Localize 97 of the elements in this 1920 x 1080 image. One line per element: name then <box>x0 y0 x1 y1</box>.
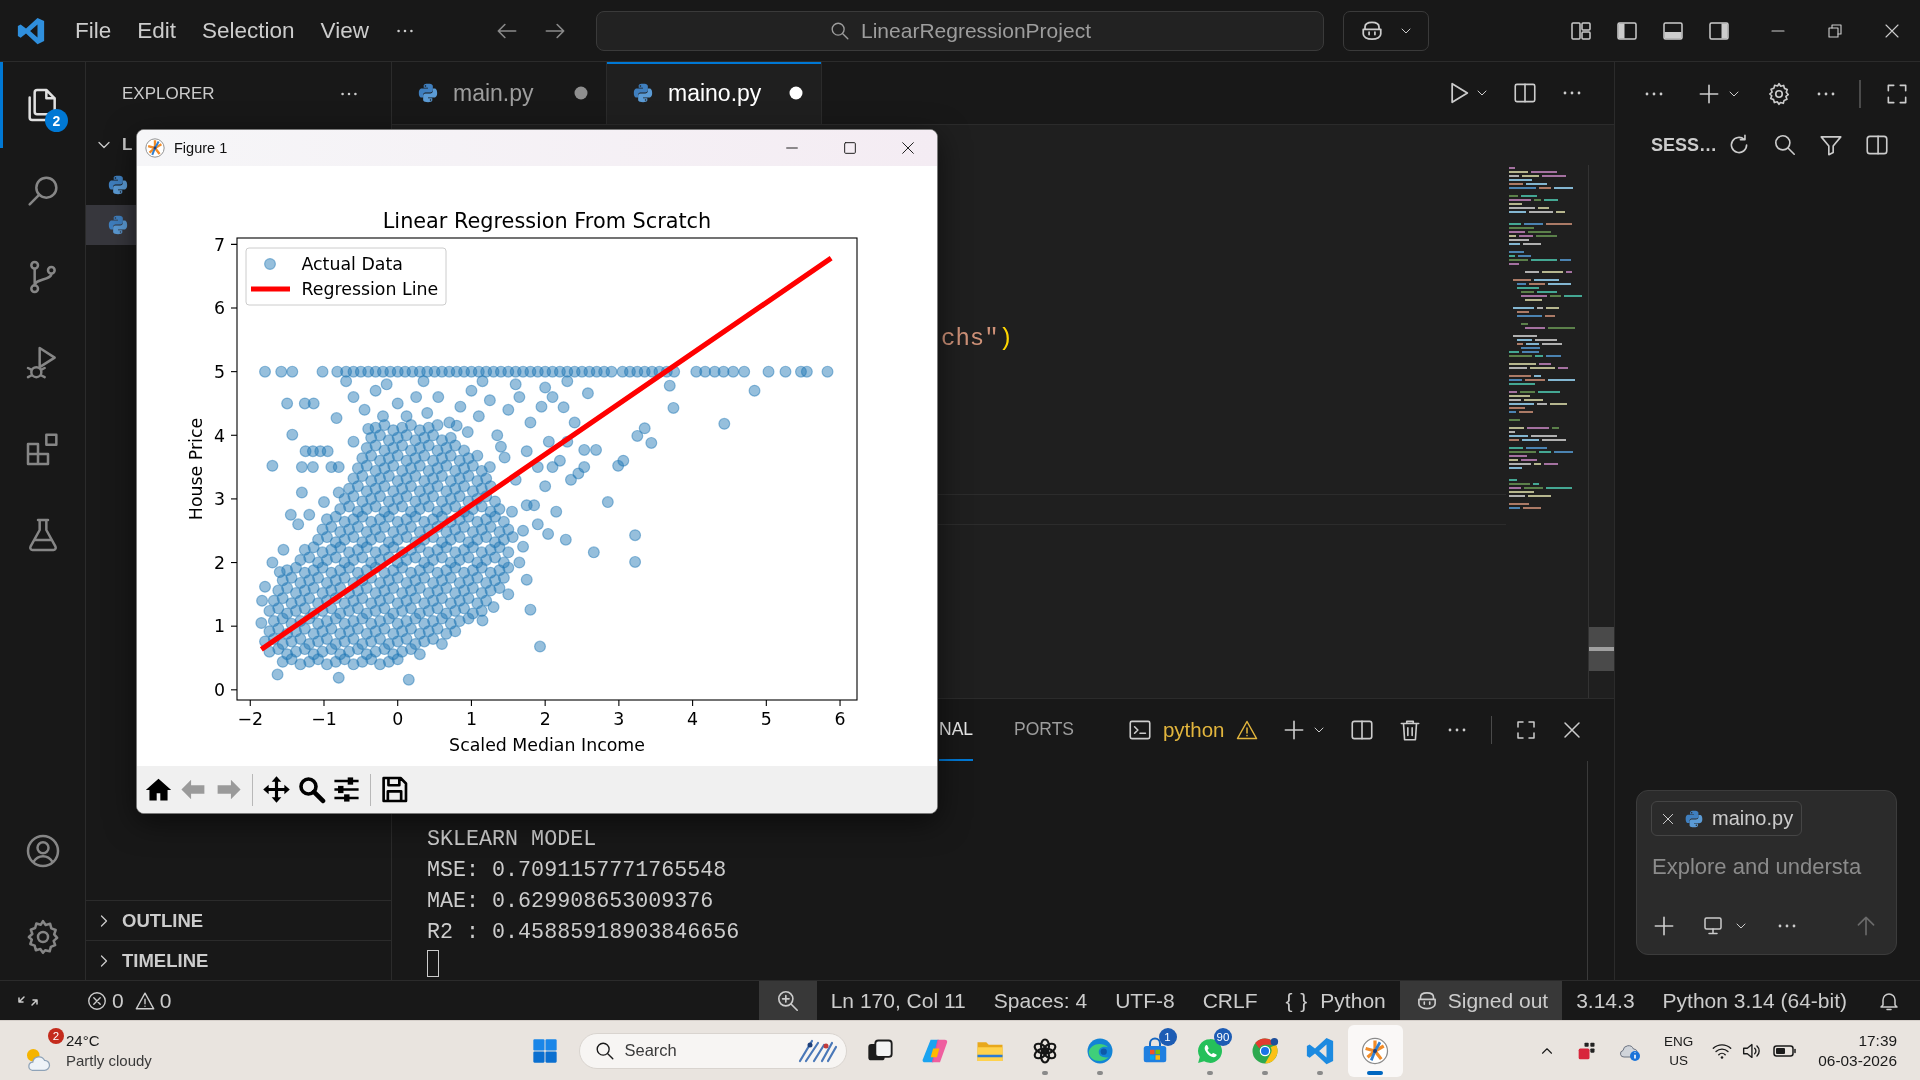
tick-label: 5 <box>760 709 772 729</box>
legend-marker-icon <box>264 258 276 270</box>
status-item[interactable]: Ln 170, Col 11 <box>816 981 980 1020</box>
menu-item[interactable]: Edit <box>124 17 190 44</box>
file-row[interactable] <box>86 205 136 245</box>
tick-label: 7 <box>213 234 225 255</box>
language-mode-button[interactable]: { } Python <box>1271 981 1400 1020</box>
unsaved-dot-icon[interactable] <box>573 85 589 101</box>
panel-tab[interactable]: PORTS <box>1014 699 1074 761</box>
command-center[interactable]: LinearRegressionProject <box>596 10 1324 51</box>
tray-app-icon[interactable] <box>1577 1040 1597 1061</box>
python-file-icon <box>107 174 129 196</box>
context-chip[interactable]: maino.py <box>1651 801 1803 836</box>
section-header[interactable]: OUTLINE <box>122 909 204 932</box>
count-badge: 2 <box>45 109 68 132</box>
tick-label: 2 <box>213 552 225 573</box>
count-badge: 90 <box>1213 1027 1233 1046</box>
notification-badge: 2 <box>48 1027 64 1044</box>
start-icon[interactable] <box>531 1036 559 1065</box>
error-icon <box>86 989 108 1012</box>
unsaved-dot-icon[interactable] <box>788 85 804 101</box>
menu-item[interactable]: File <box>62 17 125 44</box>
status-item[interactable]: Spaces: 4 <box>979 981 1102 1020</box>
count-badge: 1 <box>1158 1027 1177 1046</box>
tick-label: 1 <box>465 709 477 729</box>
tick-label: 3 <box>613 709 625 729</box>
taskbar-button[interactable]: 90 <box>1182 1024 1238 1077</box>
y-axis-label: House Price <box>186 417 206 521</box>
zoom-icon[interactable] <box>297 775 326 804</box>
search-input[interactable]: Search <box>624 1041 775 1060</box>
tick-label: 1 <box>213 616 225 637</box>
vscode-icon <box>1305 1035 1335 1066</box>
tick-label: 6 <box>213 298 225 319</box>
taskbar-button[interactable]: 1 <box>1127 1024 1183 1077</box>
terminal-line: SKLEARN MODEL <box>427 825 597 854</box>
status-item[interactable]: 3.14.3 <box>1562 981 1649 1020</box>
activity-tab[interactable]: 2 <box>0 62 85 148</box>
status-item[interactable]: UTF-8 <box>1101 981 1189 1020</box>
sessions-title: SESS… <box>1651 134 1717 156</box>
search-icon[interactable] <box>1772 132 1798 158</box>
terminal-line: R2 : 0.45885918903846656 <box>427 919 740 948</box>
restore-icon[interactable] <box>1825 21 1844 40</box>
editor-tab[interactable]: maino.py <box>607 62 822 124</box>
search-box[interactable]: Search <box>578 1032 847 1069</box>
code-line: chs") <box>941 324 1013 354</box>
agent-menu-button[interactable] <box>1343 10 1429 51</box>
tick-label: −1 <box>311 709 337 729</box>
x-axis-label: Scaled Median Income <box>449 735 645 755</box>
terminal-cursor <box>427 950 439 978</box>
status-item[interactable]: Python 3.14 (64-bit) <box>1648 981 1861 1020</box>
warning-icon <box>1234 718 1259 742</box>
polar-chart-icon <box>144 137 166 159</box>
tick-label: 5 <box>213 361 225 382</box>
terminal-selector[interactable]: python <box>1126 717 1259 743</box>
panel-title: EXPLORER <box>122 83 215 104</box>
tick-label: −2 <box>237 709 264 729</box>
section-header[interactable]: TIMELINE <box>122 949 209 972</box>
polar-chart-icon <box>1360 1035 1390 1066</box>
weather-condition[interactable]: Partly cloudy <box>66 1050 152 1071</box>
settings-icon[interactable] <box>1766 80 1792 107</box>
python-file-icon <box>632 82 654 104</box>
app-logo-icon <box>16 15 46 46</box>
menu-item[interactable]: View <box>307 17 382 44</box>
tick-label: 4 <box>213 425 225 446</box>
legend-label: Regression Line <box>301 279 439 300</box>
legend-line-icon <box>251 286 290 292</box>
terminal-line: MAE: 0.629908653009376 <box>427 888 714 917</box>
python-file-icon <box>417 82 439 104</box>
zoom-button[interactable] <box>758 981 817 1020</box>
chart-title: Linear Regression From Scratch <box>382 209 712 233</box>
scrollbar-thumb[interactable] <box>1589 627 1614 671</box>
chrome-icon <box>1250 1035 1280 1066</box>
tick-label: 4 <box>687 709 699 729</box>
python-file-icon <box>107 214 129 236</box>
maximize-icon[interactable] <box>1514 718 1538 742</box>
account-status-button[interactable]: Signed out <box>1399 981 1563 1020</box>
tick-label: 0 <box>213 680 225 701</box>
sliders-icon[interactable] <box>332 775 361 804</box>
window-title: Figure 1 <box>174 140 228 156</box>
status-item[interactable]: CRLF <box>1188 981 1272 1020</box>
problems-button[interactable]: 0 0 <box>86 981 172 1020</box>
folder-label[interactable]: L <box>122 135 133 155</box>
chat-input-field[interactable]: Explore and understa <box>1652 848 1884 886</box>
terminal-line: MSE: 0.7091157771765548 <box>427 856 727 885</box>
maximize-icon[interactable] <box>842 140 858 156</box>
move-arrows-icon[interactable] <box>262 775 291 804</box>
tick-label: 6 <box>834 709 846 729</box>
close-icon[interactable] <box>900 140 916 156</box>
menu-item[interactable]: Selection <box>189 17 308 44</box>
python-file-icon <box>1684 808 1704 829</box>
weather-temperature[interactable]: 24°C <box>66 1030 152 1051</box>
tick-label: 2 <box>539 709 551 729</box>
tick-label: 3 <box>213 489 225 510</box>
clock[interactable]: 17:39 06-03-2026 <box>1818 1030 1897 1071</box>
language-indicator[interactable]: ENG US <box>1664 1031 1694 1070</box>
legend-label: Actual Data <box>301 254 403 275</box>
tick-label: 0 <box>392 709 404 729</box>
